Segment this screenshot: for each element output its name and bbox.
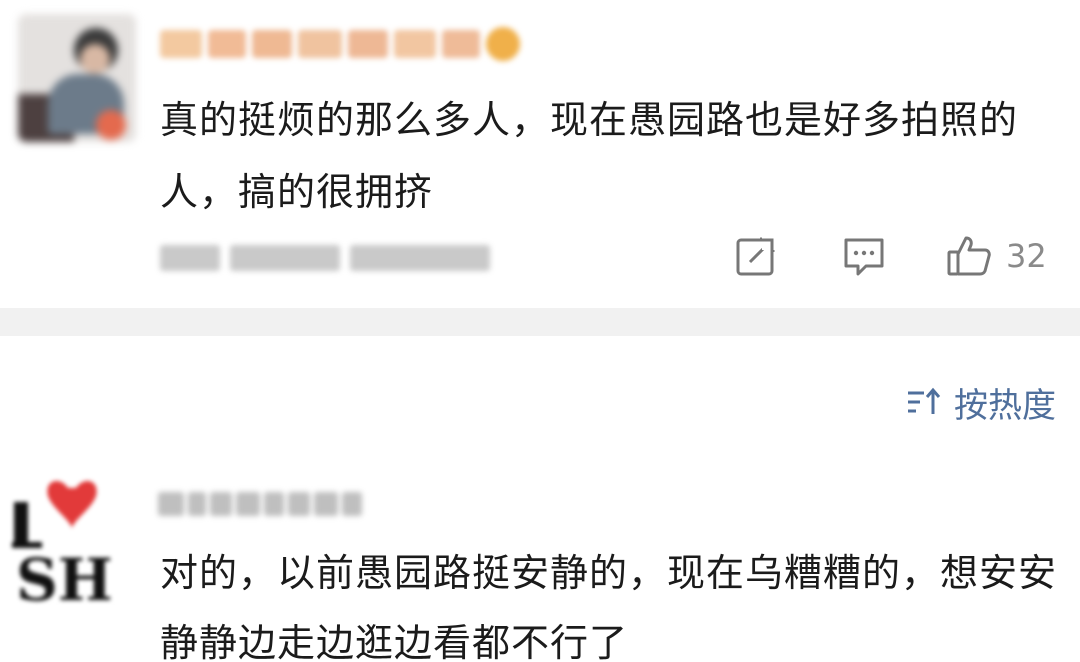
like-count: 32 bbox=[1006, 237, 1047, 275]
svg-text:SH: SH bbox=[16, 546, 113, 608]
like-button[interactable]: 32 bbox=[946, 234, 1047, 278]
avatar[interactable]: SH bbox=[10, 468, 120, 608]
avatar[interactable] bbox=[18, 14, 136, 142]
thumbs-up-icon[interactable] bbox=[946, 234, 994, 278]
comment-text: 对的，以前愚园路挺安静的，现在乌糟糟的，想安安静静边走边逛边看都不行了 bbox=[160, 551, 1058, 662]
comment-text: 真的挺烦的那么多人，现在愚园路也是好多拍照的人，搞的很拥挤 bbox=[160, 98, 1019, 214]
share-icon[interactable] bbox=[734, 234, 778, 278]
comment-icon[interactable] bbox=[842, 234, 886, 278]
section-divider bbox=[0, 308, 1080, 336]
sort-icon bbox=[906, 387, 942, 417]
username-blurred[interactable] bbox=[158, 486, 362, 522]
sort-by-hot-button[interactable]: 按热度 bbox=[906, 380, 1056, 426]
comment-feed: 真的挺烦的那么多人，现在愚园路也是好多拍照的人，搞的很拥挤 32 按热度 SH … bbox=[0, 0, 1080, 662]
comment-item: 真的挺烦的那么多人，现在愚园路也是好多拍照的人，搞的很拥挤 32 bbox=[0, 0, 1080, 308]
sort-label: 按热度 bbox=[954, 385, 1056, 426]
username-blurred[interactable] bbox=[160, 26, 520, 62]
comment-meta-blurred bbox=[160, 240, 490, 276]
